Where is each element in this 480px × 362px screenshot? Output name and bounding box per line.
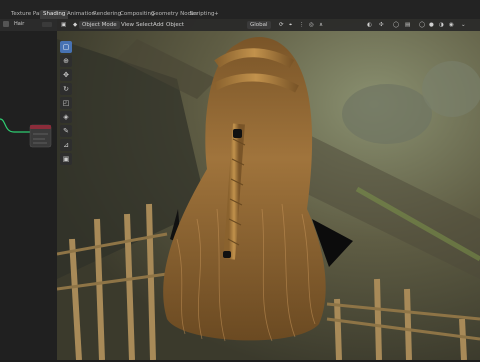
shading-material-icon[interactable]: ◑ xyxy=(439,21,444,29)
move-icon[interactable]: ✥ xyxy=(60,69,72,81)
annotate-icon[interactable]: ✎ xyxy=(60,125,72,137)
mode-icon: ◆ xyxy=(73,22,78,28)
transform-orientation-dropdown[interactable]: Global xyxy=(247,21,271,29)
gizmo-icon[interactable]: ✣ xyxy=(379,21,384,29)
distant-rocks xyxy=(422,61,480,117)
snap-icon[interactable]: ⌖ xyxy=(289,21,292,29)
node-header-bar xyxy=(30,125,51,129)
overlays-icon[interactable]: ◯ xyxy=(393,21,399,29)
snap-target-icon[interactable]: ⋮ xyxy=(299,21,305,29)
proportional-editing-icon[interactable]: ◎ xyxy=(309,21,314,29)
select-box-icon[interactable]: ▢ xyxy=(60,41,72,53)
editor-type-icon[interactable] xyxy=(3,21,9,27)
mode-dropdown[interactable]: Object Mode xyxy=(79,21,120,29)
editor-type-icon[interactable]: ▣ xyxy=(61,21,66,29)
node-editor-header: Hair xyxy=(0,19,57,31)
transform-icon[interactable]: ◈ xyxy=(60,111,72,123)
menu-object[interactable]: Object xyxy=(166,21,184,29)
shading-wireframe-icon[interactable]: ◯ xyxy=(419,21,425,29)
object-name-label: Hair xyxy=(14,21,25,27)
hair-tie xyxy=(233,129,242,138)
menu-add[interactable]: Add xyxy=(153,21,164,29)
visibility-icon[interactable]: ◐ xyxy=(367,21,372,29)
3d-viewport[interactable]: ▣ ◆ Object Mode View Select Add Object G… xyxy=(57,19,480,360)
cursor-icon[interactable]: ⊕ xyxy=(60,55,72,67)
viewport-header: ▣ ◆ Object Mode View Select Add Object G… xyxy=(57,19,480,31)
menu-select[interactable]: Select xyxy=(136,21,153,29)
pivot-point-icon[interactable]: ⟳ xyxy=(279,21,284,29)
node-graph xyxy=(0,118,52,148)
hair-tie xyxy=(223,251,231,258)
shading-options-icon[interactable]: ⌄ xyxy=(461,21,466,29)
material-slot-dropdown[interactable] xyxy=(42,22,52,27)
rotate-icon[interactable]: ↻ xyxy=(60,83,72,95)
falloff-icon[interactable]: ∧ xyxy=(319,21,323,29)
node-editor-panel[interactable] xyxy=(0,31,57,360)
workspace-tab-bar: Texture Paint Shading Animation Renderin… xyxy=(0,0,480,19)
tool-shelf: ▢ ⊕ ✥ ↻ ◰ ◈ ✎ ⊿ ▣ xyxy=(60,41,74,167)
menu-view[interactable]: View xyxy=(121,21,134,29)
viewport-render xyxy=(57,19,480,360)
measure-icon[interactable]: ⊿ xyxy=(60,139,72,151)
shading-solid-icon[interactable]: ● xyxy=(429,21,434,29)
scale-icon[interactable]: ◰ xyxy=(60,97,72,109)
tab-add-workspace[interactable]: + xyxy=(211,10,222,19)
add-cube-icon[interactable]: ▣ xyxy=(60,153,72,165)
distant-rocks xyxy=(342,84,432,144)
shading-rendered-icon[interactable]: ◉ xyxy=(449,21,454,29)
node-link-wire xyxy=(0,118,30,133)
xray-icon[interactable]: ▤ xyxy=(405,21,410,29)
